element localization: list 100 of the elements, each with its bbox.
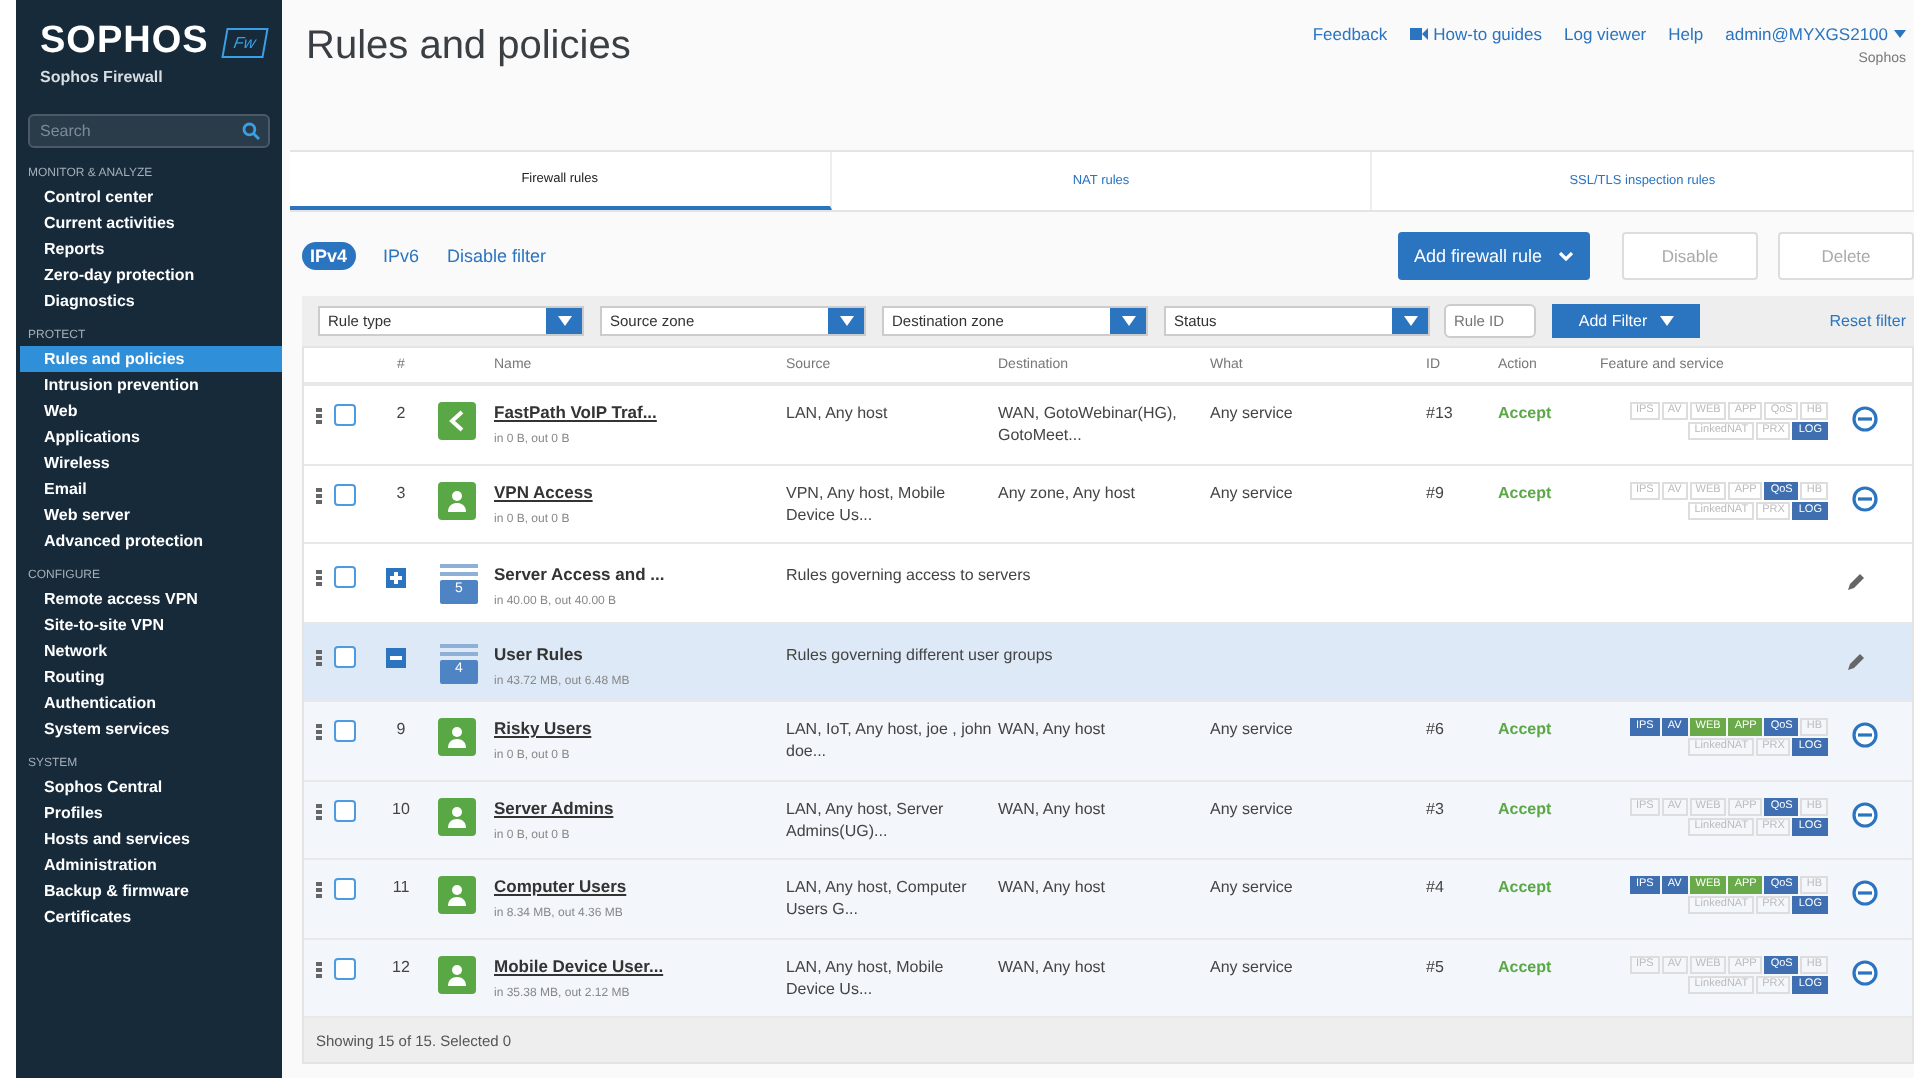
nav-item[interactable]: Reports (20, 236, 282, 262)
nav-item[interactable]: Certificates (20, 904, 282, 930)
product-name: Sophos Firewall (38, 68, 165, 86)
user-icon (438, 876, 476, 914)
drag-handle-icon[interactable] (316, 961, 322, 977)
rule-name-link[interactable]: VPN Access (494, 481, 786, 503)
drag-handle-icon[interactable] (316, 649, 322, 665)
row-checkbox[interactable] (334, 878, 356, 900)
minus-circle-icon[interactable] (1852, 801, 1878, 827)
source-cell-text: LAN, Any host, Computer Users G... (786, 876, 969, 920)
nav-item[interactable]: Advanced protection (20, 528, 282, 554)
rule-name-link[interactable]: Risky Users (494, 718, 786, 740)
pencil-icon[interactable] (1848, 572, 1866, 590)
drag-handle-icon[interactable] (316, 803, 322, 819)
nav-item[interactable]: Zero-day protection (20, 262, 282, 288)
rule-id: #3 (1426, 797, 1446, 819)
nav-item[interactable]: Network (20, 638, 282, 664)
nav-item[interactable]: Administration (20, 852, 282, 878)
minus-circle-icon[interactable] (1852, 880, 1878, 906)
rule-number: 2 (394, 402, 408, 424)
row-checkbox[interactable] (334, 645, 356, 667)
source-cell-text: LAN, IoT, Any host, joe , john doe... (786, 718, 994, 762)
source-cell-text: LAN, Any host (786, 402, 890, 424)
ip-version-toggle[interactable]: IPv6 (375, 242, 428, 270)
minus-circle-icon[interactable] (1852, 485, 1878, 511)
nav-item[interactable]: Control center (20, 184, 282, 210)
nav-item[interactable]: Wireless (20, 450, 282, 476)
nav-item[interactable]: Web server (20, 502, 282, 528)
expand-icon[interactable] (386, 568, 406, 588)
nav-item[interactable]: Current activities (20, 210, 282, 236)
rule-number: 12 (390, 955, 412, 977)
nav-item[interactable]: Web (20, 398, 282, 424)
caret-icon (1403, 316, 1417, 326)
user-icon (438, 797, 476, 835)
rule-name-link[interactable]: Mobile Device User... (494, 955, 786, 977)
destination-cell-text: Any zone, Any host (998, 481, 1137, 503)
header-link[interactable]: Help (1668, 24, 1704, 44)
pencil-icon[interactable] (1848, 651, 1866, 669)
nav-item[interactable]: Diagnostics (20, 288, 282, 314)
nav-item[interactable]: Remote access VPN (20, 586, 282, 612)
action-cell-text: Accept (1498, 797, 1554, 819)
user-icon (438, 718, 476, 756)
disable-filter-link[interactable]: Disable filter (447, 246, 547, 266)
nav-item[interactable]: Backup & firmware (20, 878, 282, 904)
drag-handle-icon[interactable] (316, 408, 322, 424)
header-link[interactable]: Feedback (1312, 24, 1388, 44)
search-field[interactable]: Search (28, 114, 270, 148)
drag-handle-icon[interactable] (316, 487, 322, 503)
minus-circle-icon[interactable] (1852, 959, 1878, 985)
nav-item[interactable]: Sophos Central (20, 774, 282, 800)
nav-item[interactable]: Authentication (20, 690, 282, 716)
row-checkbox[interactable] (334, 483, 356, 505)
caret-icon (557, 316, 571, 326)
row-checkbox[interactable] (334, 566, 356, 588)
group-description: Rules governing access to servers (786, 564, 1033, 586)
service-cell-text: Any service (1210, 876, 1295, 898)
caret-icon (1659, 316, 1674, 326)
rule-name-link[interactable]: Server Admins (494, 797, 786, 819)
source-cell-text: LAN, Any host, Server Admins(UG)... (786, 797, 946, 841)
minus-circle-icon[interactable] (1852, 406, 1878, 432)
row-checkbox[interactable] (334, 957, 356, 979)
row-checkbox[interactable] (334, 720, 356, 742)
add-firewall-rule-button[interactable]: Add firewall rule (1397, 232, 1590, 280)
logo-text: SOPHOS (40, 20, 209, 64)
drag-handle-icon[interactable] (316, 882, 322, 898)
row-checkbox[interactable] (334, 799, 356, 821)
action-cell-text: Accept (1498, 402, 1554, 424)
group-name[interactable]: Server Access and ... (494, 564, 786, 586)
drag-handle-icon[interactable] (316, 570, 322, 586)
row-checkbox[interactable] (334, 404, 356, 426)
rule-name-link[interactable]: FastPath VoIP Traf... (494, 402, 786, 424)
header-link[interactable]: How-to guides (1409, 24, 1543, 44)
drag-handle-icon[interactable] (316, 724, 322, 740)
caret-icon (1894, 30, 1906, 38)
group-name[interactable]: User Rules (494, 643, 786, 665)
header-link[interactable]: Log viewer (1564, 24, 1647, 44)
action-cell-text: Accept (1498, 481, 1554, 503)
rule-id: #9 (1426, 481, 1446, 503)
service-cell-text: Any service (1210, 797, 1295, 819)
action-cell-text: Accept (1498, 718, 1554, 740)
nav-item[interactable]: Email (20, 476, 282, 502)
nav-item[interactable]: Profiles (20, 800, 282, 826)
minus-circle-icon[interactable] (1852, 722, 1878, 748)
rule-id: #5 (1426, 955, 1446, 977)
rule-name-link[interactable]: Computer Users (494, 876, 786, 898)
add-filter-button[interactable]: Add Filter (1552, 304, 1700, 338)
collapse-icon[interactable] (386, 647, 406, 667)
user-menu[interactable]: admin@MYXGS2100 (1725, 24, 1906, 44)
reset-filter-link[interactable]: Reset filter (1829, 312, 1906, 330)
chevron-down-icon (1558, 251, 1574, 261)
nav-item[interactable]: Applications (20, 424, 282, 450)
nav-item[interactable]: Routing (20, 664, 282, 690)
nav-item[interactable]: Site-to-site VPN (20, 612, 282, 638)
rule-id: #4 (1426, 876, 1446, 898)
nav-item[interactable]: Hosts and services (20, 826, 282, 852)
nav-item[interactable]: System services (20, 716, 282, 742)
nav-item[interactable]: Intrusion prevention (20, 372, 282, 398)
ip-version-toggle[interactable]: IPv4 (302, 242, 356, 270)
search-icon[interactable] (242, 122, 260, 140)
source-cell-text: LAN, Any host, Mobile Device Us... (786, 955, 946, 999)
